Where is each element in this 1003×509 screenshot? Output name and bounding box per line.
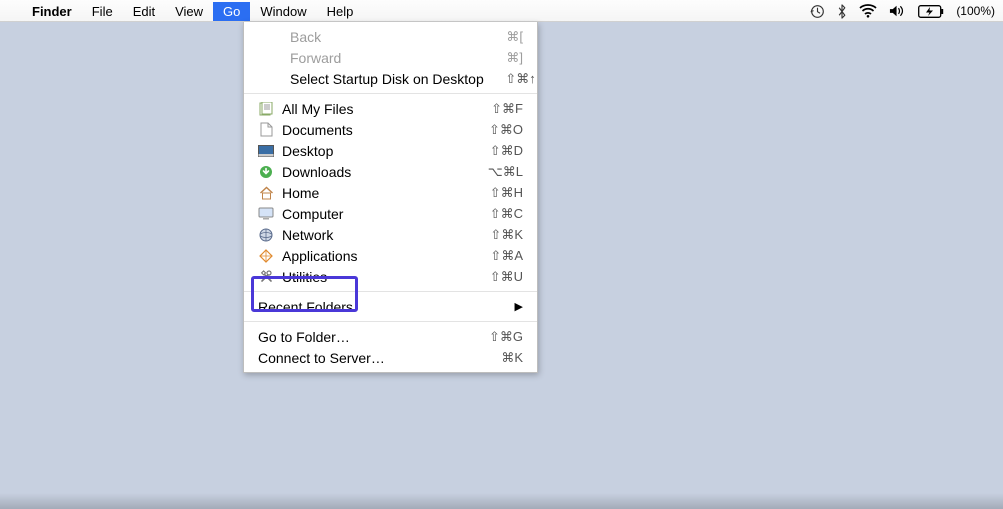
- applications-icon: [258, 248, 274, 264]
- menu-go[interactable]: Go: [213, 2, 250, 21]
- menu-item-desktop[interactable]: Desktop ⇧⌘D: [244, 140, 537, 161]
- spacer: [258, 50, 282, 66]
- menubar-right: (100%): [810, 4, 995, 19]
- menu-item-network[interactable]: Network ⇧⌘K: [244, 224, 537, 245]
- utilities-icon: [258, 269, 274, 285]
- menu-item-label: Computer: [282, 206, 471, 222]
- menu-item-label: Connect to Server…: [258, 350, 471, 366]
- menubar: Finder File Edit View Go Window Help: [0, 0, 1003, 22]
- menu-edit[interactable]: Edit: [123, 2, 165, 21]
- menu-item-forward: Forward ⌘]: [244, 47, 537, 68]
- bluetooth-icon[interactable]: [837, 4, 847, 19]
- menu-item-shortcut: ⇧⌘K: [471, 227, 523, 243]
- menubar-left: Finder File Edit View Go Window Help: [12, 2, 363, 21]
- menu-view[interactable]: View: [165, 2, 213, 21]
- menu-window[interactable]: Window: [250, 2, 316, 21]
- menu-item-computer[interactable]: Computer ⇧⌘C: [244, 203, 537, 224]
- menu-item-shortcut: ⇧⌘F: [471, 101, 523, 117]
- menu-item-shortcut: ⇧⌘H: [471, 185, 523, 201]
- menu-item-shortcut: ⌘[: [471, 29, 523, 45]
- menu-item-label: Downloads: [282, 164, 471, 180]
- menu-item-connect-to-server[interactable]: Connect to Server… ⌘K: [244, 347, 537, 368]
- home-icon: [258, 185, 274, 201]
- menu-item-shortcut: ⇧⌘D: [471, 143, 523, 159]
- menubar-app-name[interactable]: Finder: [22, 2, 82, 21]
- menu-item-shortcut: ⇧⌘O: [471, 122, 523, 138]
- menu-item-label: Documents: [282, 122, 471, 138]
- menu-item-downloads[interactable]: Downloads ⌥⌘L: [244, 161, 537, 182]
- menu-item-utilities[interactable]: Utilities ⇧⌘U: [244, 266, 537, 287]
- computer-icon: [258, 206, 274, 222]
- volume-icon[interactable]: [889, 4, 906, 18]
- menu-item-label: Forward: [290, 50, 471, 66]
- wifi-icon[interactable]: [859, 4, 877, 18]
- time-machine-icon[interactable]: [810, 4, 825, 19]
- menu-file[interactable]: File: [82, 2, 123, 21]
- menu-item-label: All My Files: [282, 101, 471, 117]
- battery-icon[interactable]: [918, 5, 944, 18]
- menu-item-recent-folders[interactable]: Recent Folders ▶: [244, 296, 537, 317]
- menu-item-back: Back ⌘[: [244, 26, 537, 47]
- menu-item-all-my-files[interactable]: All My Files ⇧⌘F: [244, 98, 537, 119]
- menu-item-shortcut: ⌘]: [471, 50, 523, 66]
- menu-item-shortcut: ⌘K: [471, 350, 523, 366]
- menu-item-label: Recent Folders: [258, 299, 515, 315]
- desktop: Finder File Edit View Go Window Help: [0, 0, 1003, 509]
- spacer: [258, 29, 282, 45]
- network-icon: [258, 227, 274, 243]
- menu-item-label: Select Startup Disk on Desktop: [290, 71, 484, 87]
- menu-item-label: Go to Folder…: [258, 329, 471, 345]
- menu-item-applications[interactable]: Applications ⇧⌘A: [244, 245, 537, 266]
- menu-item-documents[interactable]: Documents ⇧⌘O: [244, 119, 537, 140]
- menu-item-label: Home: [282, 185, 471, 201]
- menu-item-shortcut: ⇧⌘G: [471, 329, 523, 345]
- menu-item-label: Applications: [282, 248, 471, 264]
- submenu-arrow-icon: ▶: [515, 300, 523, 313]
- menu-item-label: Utilities: [282, 269, 471, 285]
- desktop-icon: [258, 143, 274, 159]
- menu-item-shortcut: ⇧⌘C: [471, 206, 523, 222]
- battery-percentage: (100%): [956, 4, 995, 18]
- menu-item-label: Desktop: [282, 143, 471, 159]
- menu-item-select-startup-disk[interactable]: Select Startup Disk on Desktop ⇧⌘↑: [244, 68, 537, 89]
- menu-help[interactable]: Help: [317, 2, 364, 21]
- menu-item-label: Network: [282, 227, 471, 243]
- go-menu-dropdown: Back ⌘[ Forward ⌘] Select Startup Disk o…: [243, 22, 538, 373]
- menu-item-shortcut: ⌥⌘L: [471, 164, 523, 180]
- menu-item-home[interactable]: Home ⇧⌘H: [244, 182, 537, 203]
- menu-item-shortcut: ⇧⌘A: [471, 248, 523, 264]
- all-files-icon: [258, 101, 274, 117]
- downloads-icon: [258, 164, 274, 180]
- bottom-shadow: [0, 493, 1003, 509]
- menu-item-shortcut: ⇧⌘U: [471, 269, 523, 285]
- menu-item-shortcut: ⇧⌘↑: [484, 71, 536, 87]
- menu-item-go-to-folder[interactable]: Go to Folder… ⇧⌘G: [244, 326, 537, 347]
- spacer: [258, 71, 282, 87]
- menu-item-label: Back: [290, 29, 471, 45]
- documents-icon: [258, 122, 274, 138]
